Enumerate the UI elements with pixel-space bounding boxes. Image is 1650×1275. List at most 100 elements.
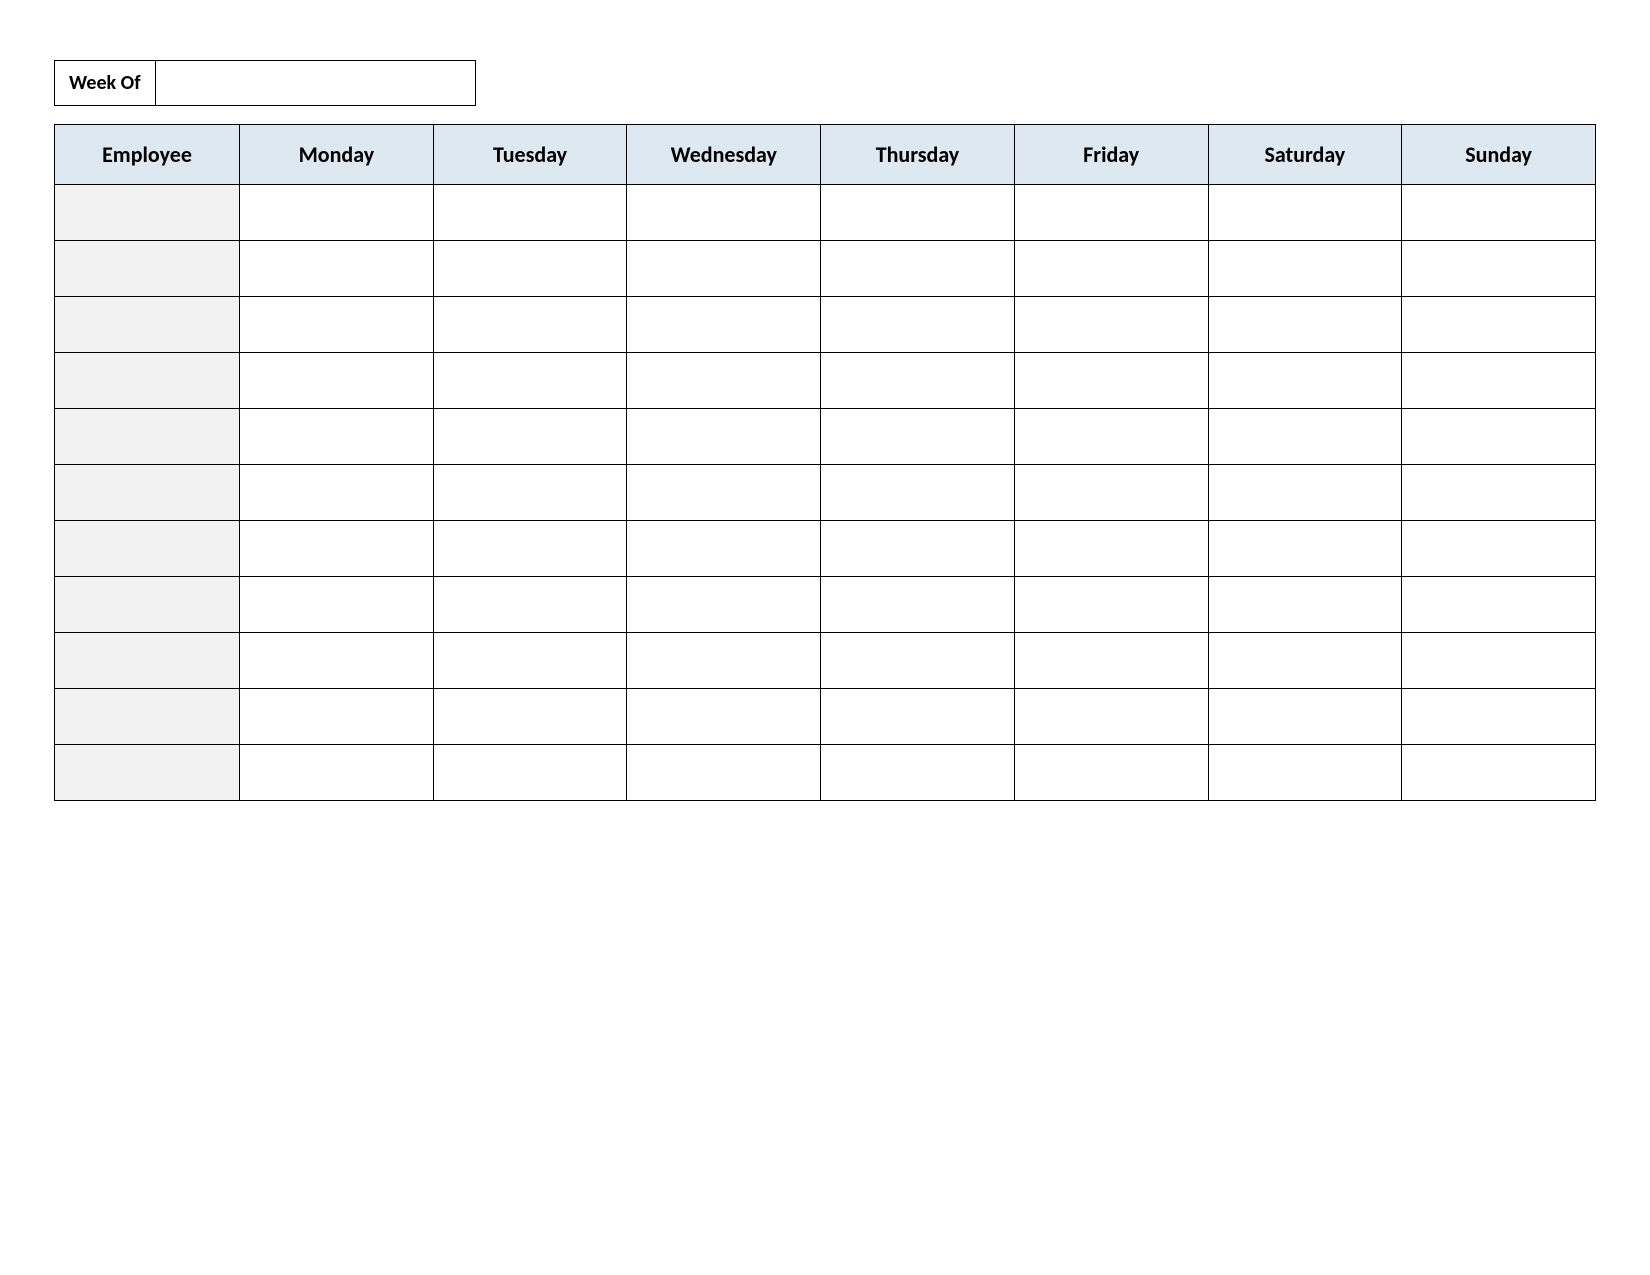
employee-cell[interactable] [55,521,240,577]
header-employee: Employee [55,125,240,185]
day-cell[interactable] [627,633,821,689]
table-row [55,689,1596,745]
day-cell[interactable] [433,633,627,689]
day-cell[interactable] [627,689,821,745]
day-cell[interactable] [1402,353,1596,409]
day-cell[interactable] [1014,745,1208,801]
day-cell[interactable] [240,241,434,297]
day-cell[interactable] [627,577,821,633]
day-cell[interactable] [433,241,627,297]
day-cell[interactable] [240,577,434,633]
day-cell[interactable] [1402,185,1596,241]
day-cell[interactable] [1014,185,1208,241]
day-cell[interactable] [433,745,627,801]
day-cell[interactable] [240,353,434,409]
day-cell[interactable] [821,689,1015,745]
table-row [55,241,1596,297]
employee-cell[interactable] [55,745,240,801]
day-cell[interactable] [1402,409,1596,465]
week-of-input[interactable] [156,60,476,106]
day-cell[interactable] [1402,297,1596,353]
day-cell[interactable] [627,465,821,521]
header-wednesday: Wednesday [627,125,821,185]
day-cell[interactable] [821,521,1015,577]
day-cell[interactable] [1208,297,1402,353]
day-cell[interactable] [1014,353,1208,409]
employee-cell[interactable] [55,465,240,521]
header-thursday: Thursday [821,125,1015,185]
day-cell[interactable] [433,409,627,465]
day-cell[interactable] [240,409,434,465]
day-cell[interactable] [1014,465,1208,521]
day-cell[interactable] [433,297,627,353]
header-friday: Friday [1014,125,1208,185]
day-cell[interactable] [1208,745,1402,801]
day-cell[interactable] [1402,689,1596,745]
day-cell[interactable] [240,689,434,745]
header-sunday: Sunday [1402,125,1596,185]
day-cell[interactable] [821,745,1015,801]
header-monday: Monday [240,125,434,185]
employee-cell[interactable] [55,353,240,409]
day-cell[interactable] [1014,521,1208,577]
employee-cell[interactable] [55,409,240,465]
day-cell[interactable] [1402,521,1596,577]
day-cell[interactable] [821,465,1015,521]
day-cell[interactable] [627,745,821,801]
day-cell[interactable] [240,745,434,801]
employee-cell[interactable] [55,241,240,297]
employee-cell[interactable] [55,577,240,633]
day-cell[interactable] [433,465,627,521]
day-cell[interactable] [1014,577,1208,633]
day-cell[interactable] [627,353,821,409]
day-cell[interactable] [821,633,1015,689]
day-cell[interactable] [1402,745,1596,801]
day-cell[interactable] [1208,577,1402,633]
day-cell[interactable] [1402,241,1596,297]
day-cell[interactable] [1014,297,1208,353]
day-cell[interactable] [821,185,1015,241]
employee-cell[interactable] [55,297,240,353]
day-cell[interactable] [627,409,821,465]
day-cell[interactable] [1402,633,1596,689]
table-row [55,745,1596,801]
employee-cell[interactable] [55,185,240,241]
day-cell[interactable] [1402,465,1596,521]
day-cell[interactable] [240,521,434,577]
day-cell[interactable] [240,297,434,353]
day-cell[interactable] [1402,577,1596,633]
day-cell[interactable] [240,185,434,241]
day-cell[interactable] [821,297,1015,353]
employee-cell[interactable] [55,633,240,689]
day-cell[interactable] [1208,689,1402,745]
day-cell[interactable] [1208,353,1402,409]
day-cell[interactable] [821,409,1015,465]
day-cell[interactable] [821,241,1015,297]
day-cell[interactable] [1208,185,1402,241]
employee-cell[interactable] [55,689,240,745]
table-row [55,577,1596,633]
day-cell[interactable] [1208,465,1402,521]
day-cell[interactable] [240,633,434,689]
day-cell[interactable] [821,353,1015,409]
day-cell[interactable] [1208,633,1402,689]
day-cell[interactable] [1014,633,1208,689]
day-cell[interactable] [1208,241,1402,297]
day-cell[interactable] [821,577,1015,633]
day-cell[interactable] [627,241,821,297]
day-cell[interactable] [1014,241,1208,297]
day-cell[interactable] [433,353,627,409]
day-cell[interactable] [433,521,627,577]
day-cell[interactable] [627,521,821,577]
day-cell[interactable] [627,297,821,353]
day-cell[interactable] [1014,689,1208,745]
table-row [55,353,1596,409]
day-cell[interactable] [1208,409,1402,465]
day-cell[interactable] [433,185,627,241]
day-cell[interactable] [240,465,434,521]
day-cell[interactable] [627,185,821,241]
day-cell[interactable] [433,577,627,633]
day-cell[interactable] [1014,409,1208,465]
day-cell[interactable] [433,689,627,745]
day-cell[interactable] [1208,521,1402,577]
